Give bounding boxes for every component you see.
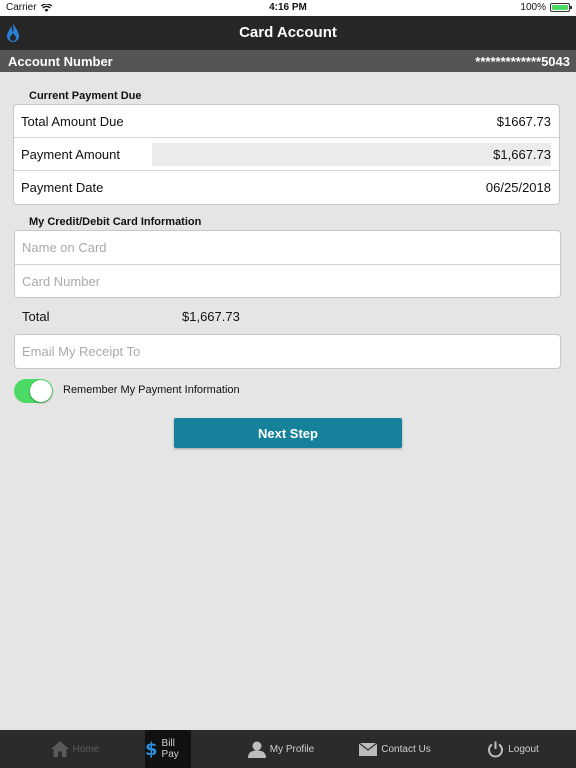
payment-due-card: Total Amount Due $1667.73 Payment Amount… bbox=[13, 104, 560, 205]
card-info-card bbox=[14, 230, 561, 298]
status-bar: Carrier 4:16 PM 100% bbox=[0, 0, 576, 16]
tab-logout[interactable]: Logout bbox=[468, 730, 558, 768]
tab-my-profile-label: My Profile bbox=[269, 743, 315, 755]
payment-amount-row: Payment Amount bbox=[14, 138, 559, 171]
receipt-email-input[interactable] bbox=[15, 335, 560, 368]
total-amount-due-value: $1667.73 bbox=[496, 114, 551, 129]
envelope-icon bbox=[359, 742, 378, 756]
payment-amount-label: Payment Amount bbox=[21, 147, 120, 162]
tab-bill-pay-label: Bill Pay bbox=[161, 738, 179, 760]
tab-bill-pay[interactable]: $ Bill Pay bbox=[145, 730, 191, 768]
battery-icon bbox=[550, 3, 572, 12]
tab-contact-us[interactable]: Contact Us bbox=[350, 730, 440, 768]
total-value: $1,667.73 bbox=[182, 309, 240, 324]
name-on-card-input[interactable] bbox=[15, 231, 560, 264]
remember-payment-toggle[interactable] bbox=[14, 379, 53, 403]
tab-home-label: Home bbox=[72, 743, 100, 755]
payment-due-heading: Current Payment Due bbox=[29, 90, 142, 102]
home-icon bbox=[50, 741, 69, 757]
payment-date-row[interactable]: Payment Date 06/25/2018 bbox=[14, 171, 559, 204]
tab-bar: Home $ Bill Pay My Profile Contact Us Lo… bbox=[0, 730, 576, 768]
nav-bar: Card Account bbox=[0, 16, 576, 50]
card-number-input[interactable] bbox=[15, 264, 560, 297]
account-number-value: *************5043 bbox=[475, 54, 570, 69]
account-number-label: Account Number bbox=[8, 54, 113, 69]
clock: 4:16 PM bbox=[269, 2, 307, 13]
battery-percent: 100% bbox=[520, 2, 546, 13]
payment-date-value[interactable]: 06/25/2018 bbox=[486, 180, 551, 195]
total-amount-due-row: Total Amount Due $1667.73 bbox=[14, 105, 559, 138]
power-icon bbox=[488, 741, 504, 757]
dollar-icon: $ bbox=[145, 738, 158, 760]
tab-home[interactable]: Home bbox=[30, 730, 120, 768]
tab-logout-label: Logout bbox=[508, 743, 539, 755]
tab-my-profile[interactable]: My Profile bbox=[236, 730, 326, 768]
remember-payment-label: Remember My Payment Information bbox=[63, 384, 240, 396]
card-info-heading: My Credit/Debit Card Information bbox=[29, 216, 202, 228]
payment-date-label: Payment Date bbox=[21, 180, 104, 195]
battery-status: 100% bbox=[520, 2, 572, 13]
total-label: Total bbox=[22, 309, 50, 324]
total-amount-due-label: Total Amount Due bbox=[21, 114, 124, 129]
receipt-card bbox=[14, 334, 561, 369]
account-bar: Account Number *************5043 bbox=[0, 50, 576, 72]
payment-amount-input[interactable] bbox=[152, 143, 551, 166]
tab-contact-us-label: Contact Us bbox=[381, 743, 431, 755]
toggle-knob bbox=[30, 380, 52, 402]
person-icon bbox=[247, 741, 266, 758]
page-title: Card Account bbox=[239, 24, 337, 41]
next-step-button[interactable]: Next Step bbox=[174, 418, 402, 448]
